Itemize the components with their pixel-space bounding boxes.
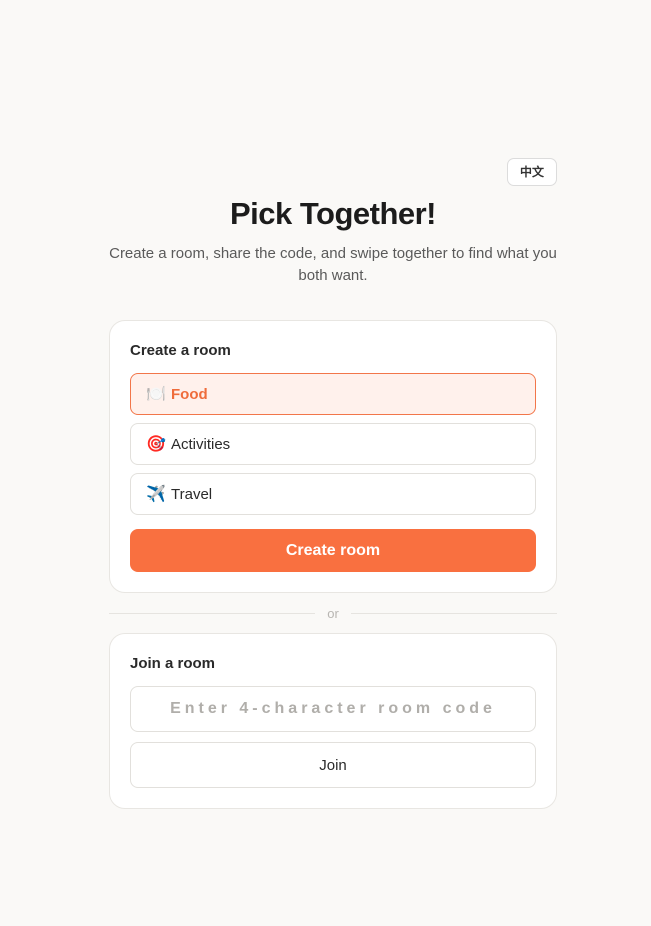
category-option-travel[interactable]: ✈️ Travel xyxy=(130,473,536,515)
category-option-label: Food xyxy=(171,385,208,403)
page-subtitle: Create a room, share the code, and swipe… xyxy=(109,245,557,284)
divider-line-left xyxy=(109,612,316,614)
category-option-label: Travel xyxy=(171,485,213,503)
divider-label: or xyxy=(327,605,339,621)
airplane-icon: ✈️ xyxy=(146,486,166,503)
page-title: Pick Together! xyxy=(229,196,437,231)
language-toggle-button[interactable]: 中文 xyxy=(506,158,557,186)
join-room-button[interactable]: Join xyxy=(130,742,536,788)
category-option-label: Activities xyxy=(171,435,231,453)
home-container: 中文 Pick Together! Create a room, share t… xyxy=(109,158,557,809)
join-room-card: Join a room Join xyxy=(109,633,557,809)
create-room-card: Create a room 🍽️ Food 🎯 Activities ✈️ Tr… xyxy=(109,320,557,593)
room-code-input[interactable] xyxy=(130,686,536,732)
dart-target-icon: 🎯 xyxy=(146,436,166,453)
create-room-button[interactable]: Create room xyxy=(130,529,536,572)
divider-line-right xyxy=(350,612,557,614)
join-room-heading: Join a room xyxy=(130,655,216,672)
fork-knife-plate-icon: 🍽️ xyxy=(146,386,166,403)
or-divider: or xyxy=(109,593,557,633)
create-room-heading: Create a room xyxy=(130,342,231,359)
category-option-food[interactable]: 🍽️ Food xyxy=(130,373,536,415)
category-option-activities[interactable]: 🎯 Activities xyxy=(130,423,536,465)
language-row: 中文 xyxy=(109,158,557,186)
